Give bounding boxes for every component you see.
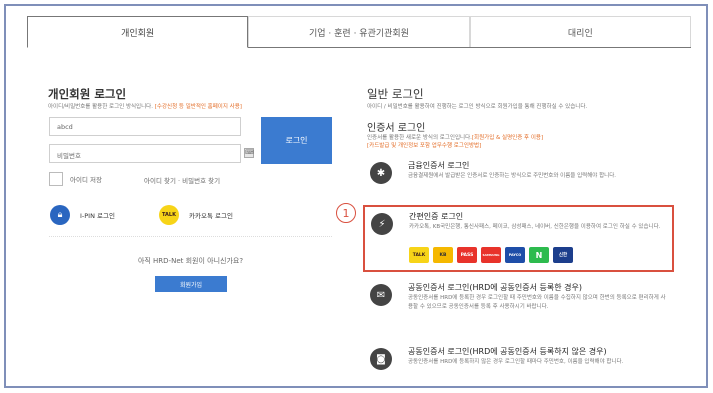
login-window: 개인회원 기업 · 훈련 · 유관기관회원 대리인 개인회원 로그인 아이디/비… — [4, 4, 708, 388]
save-id-label[interactable]: 아이디 저장 — [70, 174, 102, 184]
samsung-provider-icon[interactable]: SAMSUNG — [481, 247, 501, 263]
save-id-row: 아이디 저장 — [49, 172, 102, 186]
simple-auth-login[interactable]: ⚡︎ 간편인증 로그인 카카오톡, KB국민은행, 통신사패스, 페이코, 삼성… — [363, 205, 674, 272]
asterisk-icon: ✱ — [370, 162, 392, 184]
ipin-label: I-PIN 로그인 — [80, 212, 115, 220]
kakaotalk-icon: TALK — [159, 205, 179, 225]
login-button[interactable]: 로그인 — [261, 117, 332, 164]
joint-cert-unregistered-login[interactable]: ◙ 공동인증서 로그인(HRD에 공동인증서 등록하지 않은 경우) 공동인증서… — [367, 346, 674, 386]
personal-login-subtitle: 아이디/비밀번호를 활용한 로그인 방식입니다. [수강신청 등 일반적인 홈페… — [48, 102, 242, 110]
keyboard-icon[interactable]: ⌨ — [244, 148, 254, 158]
general-login-subtitle: 아이디 / 비밀번호를 활용하여 진행하는 로그인 방식으로 회원가입을 통해 … — [367, 104, 588, 110]
naver-provider-icon[interactable]: N — [529, 247, 549, 263]
general-login-title: 일반 로그인 — [367, 87, 424, 101]
cert-sub-highlight: [회원가입 & 실명인증 후 이용] — [471, 135, 544, 141]
subtitle-highlight: [수강신청 등 일반적인 홈페이지 사용] — [154, 104, 242, 110]
join-button[interactable]: 회원가입 — [155, 276, 227, 292]
cert-login-title: 인증서 로그인 — [367, 123, 426, 134]
item-title: 공동인증서 로그인(HRD에 공동인증서 등록한 경우) — [408, 283, 582, 292]
financial-cert-login[interactable]: ✱ 금융인증서 로그인 금융결제원에서 발급받은 인증서로 인증하는 방식으로 … — [367, 160, 674, 202]
tab-personal[interactable]: 개인회원 — [27, 16, 249, 48]
provider-list: TALK KB PASS SAMSUNG PAYCO N 신한 — [409, 247, 573, 263]
kb-provider-icon[interactable]: KB — [433, 247, 453, 263]
item-desc: 공동인증서를 HRD에 등록하지 않은 경우 로그인할 때마다 주민번호, 이름… — [408, 359, 624, 365]
divider — [49, 236, 332, 237]
item-title: 금융인증서 로그인 — [408, 161, 470, 170]
certificate-icon: ✉ — [370, 284, 392, 306]
kakaotalk-provider-icon[interactable]: TALK — [409, 247, 429, 263]
lock-icon: 🔒︎ — [50, 205, 70, 225]
shinhan-provider-icon[interactable]: 신한 — [553, 247, 573, 263]
item-title: 간편인증 로그인 — [409, 212, 464, 221]
item-desc: 금융결제원에서 발급받은 인증서로 인증하는 방식으로 주민번호와 이름을 입력… — [408, 173, 617, 179]
payco-provider-icon[interactable]: PAYCO — [505, 247, 525, 263]
item-desc: 공동인증서를 HRD에 등록한 경우 로그인할 때 주민번호와 이름을 수집하지… — [408, 295, 666, 310]
save-id-checkbox[interactable] — [49, 172, 63, 186]
item-title: 공동인증서 로그인(HRD에 공동인증서 등록하지 않은 경우) — [408, 347, 607, 356]
cert-login-subtitle-2: [카드발급 및 개인정보 포함 업무수행 로그인방법] — [367, 143, 482, 149]
lightning-icon: ⚡︎ — [371, 213, 393, 235]
password-input[interactable]: 비밀번호 — [49, 144, 241, 163]
camera-icon: ◙ — [370, 348, 392, 370]
joint-cert-registered-login[interactable]: ✉ 공동인증서 로그인(HRD에 공동인증서 등록한 경우) 공동인증서를 HR… — [367, 282, 674, 332]
tab-agent[interactable]: 대리인 — [469, 16, 691, 47]
id-input[interactable]: abcd — [49, 117, 241, 136]
personal-login-title: 개인회원 로그인 — [48, 87, 127, 101]
member-question: 아직 HRD-Net 회원이 아니신가요? — [137, 257, 244, 265]
pass-provider-icon[interactable]: PASS — [457, 247, 477, 263]
step-number-badge: 1 — [336, 203, 356, 223]
item-desc: 카카오톡, KB국민은행, 통신사패스, 페이코, 삼성패스, 네이버, 신한은… — [409, 224, 661, 230]
kakao-login[interactable]: TALK 카카오톡 로그인 — [159, 205, 233, 225]
tab-corporate[interactable]: 기업 · 훈련 · 유관기관회원 — [248, 16, 470, 47]
member-type-tabs: 개인회원 기업 · 훈련 · 유관기관회원 대리인 — [27, 16, 691, 48]
cert-login-subtitle: 인증서를 활용한 새로운 방식의 로그인입니다.[회원가입 & 실명인증 후 이… — [367, 133, 543, 141]
subtitle-text: 아이디/비밀번호를 활용한 로그인 방식입니다. — [48, 104, 153, 110]
kakao-label: 카카오톡 로그인 — [189, 212, 233, 220]
ipin-login[interactable]: 🔒︎ I-PIN 로그인 — [50, 205, 115, 225]
find-account-links[interactable]: 아이디 찾기 · 비밀번호 찾기 — [144, 175, 220, 185]
